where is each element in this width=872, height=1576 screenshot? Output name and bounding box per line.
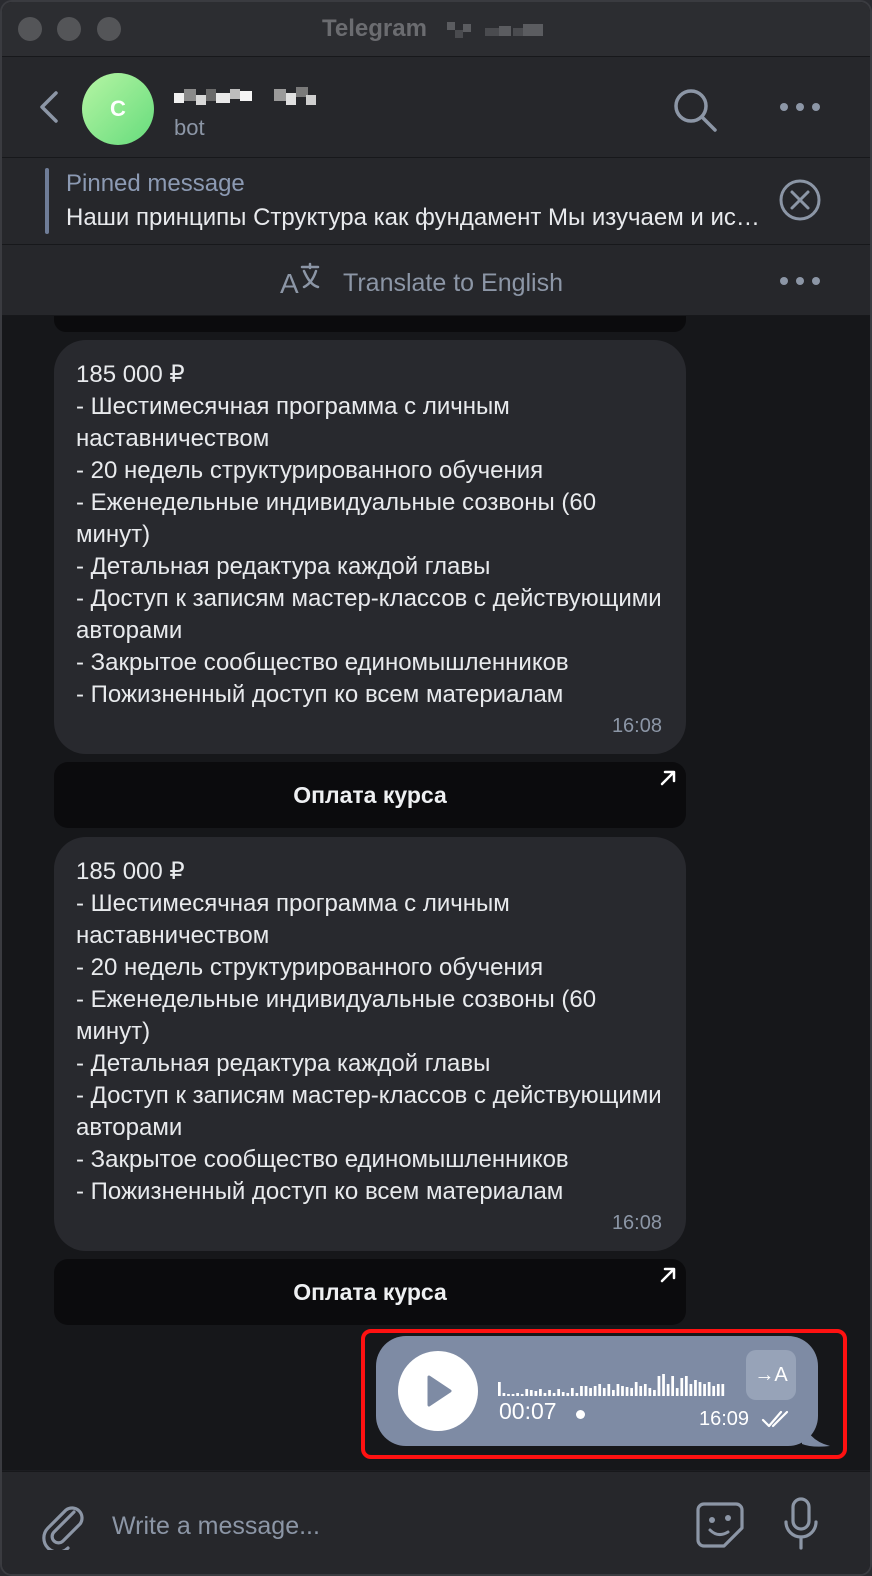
pay-course-button[interactable]: Оплата курса — [54, 762, 686, 828]
button-label: Оплата курса — [293, 1278, 447, 1305]
window-close-button[interactable] — [18, 17, 42, 41]
pinned-message-bar[interactable]: Pinned message Наши принципы Структура к… — [2, 158, 870, 245]
message-text: 185 000 ₽ - Шестимесячная программа с ли… — [76, 858, 662, 1205]
chat-header: C bot — [2, 57, 870, 158]
message-composer — [2, 1471, 870, 1574]
message-bubble[interactable]: 185 000 ₽ - Шестимесячная программа с ли… — [54, 837, 686, 1251]
more-icon[interactable] — [778, 271, 822, 291]
link-arrow-icon — [660, 1267, 676, 1283]
close-icon[interactable] — [778, 178, 822, 222]
pinned-title: Pinned message — [66, 170, 245, 197]
message-text: 185 000 ₽ - Шестимесячная программа с ли… — [76, 361, 662, 708]
message-time: 16:08 — [611, 1212, 662, 1234]
title-bar: Telegram — [2, 2, 870, 57]
redacted-title-suffix — [447, 22, 543, 38]
pinned-text: Наши принципы Структура как фундамент Мы… — [66, 204, 766, 231]
svg-text:A: A — [280, 268, 299, 299]
previous-inline-button[interactable] — [54, 316, 686, 332]
microphone-icon[interactable] — [782, 1496, 820, 1552]
link-arrow-icon — [660, 770, 676, 786]
message-bubble[interactable]: 185 000 ₽ - Шестимесячная программа с ли… — [54, 340, 686, 754]
translate-icon[interactable]: A — [278, 261, 322, 301]
button-label: Оплата курса — [293, 781, 447, 808]
translate-bar: A Translate to English — [2, 245, 870, 316]
highlight-box — [361, 1329, 847, 1459]
more-icon[interactable] — [778, 97, 822, 117]
search-icon[interactable] — [672, 87, 718, 133]
pinned-indicator — [45, 168, 49, 234]
message-time: 16:08 — [611, 715, 662, 737]
chat-subtitle: bot — [174, 115, 205, 140]
telegram-window: Telegram C bot Pinned message Наши принц… — [0, 0, 872, 1576]
message-input[interactable] — [110, 1500, 674, 1552]
pay-course-button[interactable]: Оплата курса — [54, 1259, 686, 1325]
sticker-icon[interactable] — [694, 1498, 746, 1550]
avatar[interactable]: C — [82, 73, 154, 145]
translate-button[interactable]: Translate to English — [343, 269, 563, 298]
message-list[interactable]: 185 000 ₽ - Шестимесячная программа с ли… — [2, 316, 870, 1470]
window-minimize-button[interactable] — [57, 17, 81, 41]
back-arrow-icon[interactable] — [34, 87, 64, 127]
window-zoom-button[interactable] — [97, 17, 121, 41]
redacted-chat-name[interactable] — [174, 87, 319, 107]
paperclip-icon[interactable] — [40, 1500, 86, 1550]
window-title: Telegram — [322, 15, 427, 42]
